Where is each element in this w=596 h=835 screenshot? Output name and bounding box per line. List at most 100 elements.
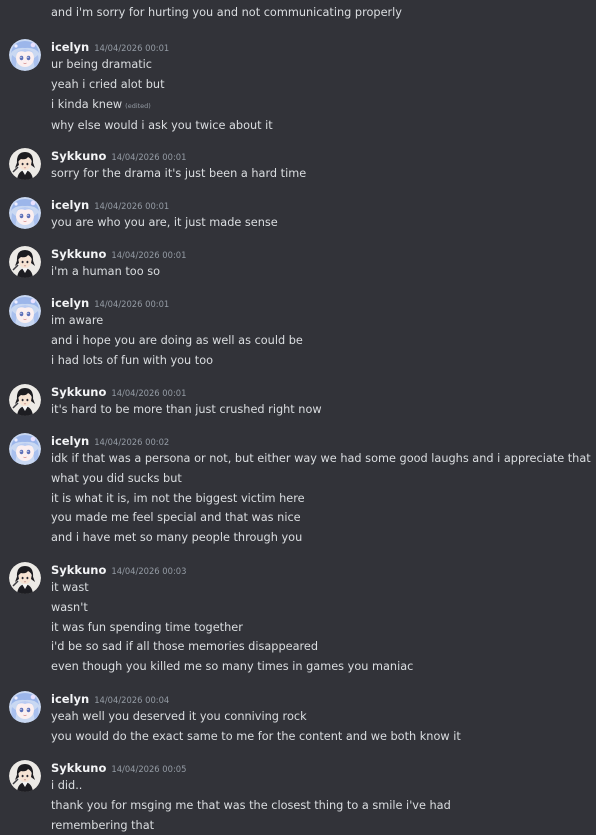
message-text: i'd be so sad if all those memories disa… (51, 637, 592, 657)
message-line-text: you made me feel special and that was ni… (51, 511, 301, 525)
edited-label: (edited) (125, 101, 151, 110)
message-lines: i'm a human too so (51, 262, 592, 282)
sykkuno-avatar[interactable] (9, 246, 41, 278)
message-content: icelyn 14/04/2026 00:01 im aware and i hope… (51, 292, 592, 370)
message-header: icelyn 14/04/2026 00:01 (51, 292, 592, 311)
message-text: remembering that (51, 816, 592, 835)
message-header: Sykkuno 14/04/2026 00:03 (51, 559, 592, 578)
message-text: what you did sucks but (51, 469, 592, 489)
timestamp[interactable]: 14/04/2026 00:01 (111, 152, 186, 162)
icelyn-avatar[interactable] (9, 197, 41, 229)
message-line-text: i had lots of fun with you too (51, 353, 214, 367)
message-line-text: why else would i ask you twice about it (51, 119, 273, 133)
message-text: you made me feel special and that was ni… (51, 508, 592, 528)
message-lines: ur being dramatic yeah i cried alot but i … (51, 55, 592, 136)
message-line-text: wasn't (51, 600, 88, 614)
message-content: icelyn 14/04/2026 00:04 yeah well you dese… (51, 688, 592, 747)
message-line-text: it was fun spending time together (51, 620, 243, 634)
sykkuno-avatar[interactable] (9, 148, 41, 180)
timestamp[interactable]: 14/04/2026 00:02 (94, 437, 169, 447)
timestamp[interactable]: 14/04/2026 00:01 (94, 201, 169, 211)
icelyn-avatar[interactable] (9, 295, 41, 327)
message-line-text: yeah i cried alot but (51, 77, 165, 91)
message-text: i had lots of fun with you too (51, 351, 592, 371)
message-text: it is what it is, im not the biggest vic… (51, 489, 592, 509)
username[interactable]: icelyn (51, 296, 89, 310)
username[interactable]: icelyn (51, 692, 89, 706)
username[interactable]: Sykkuno (51, 563, 106, 577)
message-text: why else would i ask you twice about it (51, 116, 592, 136)
message-text: idk if that was a persona or not, but ei… (51, 449, 592, 469)
sykkuno-avatar[interactable] (9, 562, 41, 594)
message-line-text: and i have met so many people through yo… (51, 531, 303, 544)
message-text: yeah i cried alot but (51, 75, 592, 95)
timestamp[interactable]: 14/04/2026 00:03 (111, 566, 186, 576)
message-text: it wast (51, 578, 592, 598)
message-content: icelyn 14/04/2026 00:02 idk if that was a … (51, 430, 592, 548)
timestamp[interactable]: 14/04/2026 00:01 (94, 43, 169, 53)
sykkuno-avatar[interactable] (9, 384, 41, 416)
message-line-text: i kinda knew (51, 97, 123, 111)
message-content: Sykkuno 14/04/2026 00:01 it's hard to be m… (51, 381, 592, 420)
sykkuno-avatar[interactable] (9, 760, 41, 792)
username[interactable]: Sykkuno (51, 149, 106, 163)
message-content: icelyn 14/04/2026 00:01 ur being dramatic y… (51, 36, 592, 136)
message-header: icelyn 14/04/2026 00:01 (51, 194, 592, 213)
username[interactable]: icelyn (51, 40, 89, 54)
message-content: icelyn 14/04/2026 00:01 you are who you ar… (51, 194, 592, 233)
message-text: im aware (51, 311, 592, 331)
message-lines: it wast wasn't it was fun spending time to… (51, 578, 592, 677)
message-lines: idk if that was a persona or not, but ei… (51, 449, 592, 548)
message-line-text: it is what it is, im not the biggest vic… (51, 491, 305, 505)
message-text: ur being dramatic (51, 55, 592, 75)
username[interactable]: Sykkuno (51, 761, 106, 775)
message-lines: it's hard to be more than just crushed r… (51, 400, 592, 420)
message-text: wasn't (51, 598, 592, 618)
timestamp[interactable]: 14/04/2026 00:04 (94, 695, 169, 705)
timestamp[interactable]: 14/04/2026 00:01 (111, 250, 186, 260)
message-line-text: remembering that (51, 818, 155, 832)
message-lines: yeah well you deserved it you conniving … (51, 707, 592, 747)
chat-message-list[interactable]: and i'm sorry for hurting you and not co… (0, 0, 596, 835)
message-text: sorry for the drama it's just been a har… (51, 164, 592, 184)
timestamp[interactable]: 14/04/2026 00:01 (94, 299, 169, 309)
continuation-message: and i'm sorry for hurting you and not co… (51, 6, 402, 19)
message-lines: i did.. thank you for msging me that was … (51, 776, 592, 835)
message-line-text: even though you killed me so many times … (51, 660, 414, 673)
message-line-text: idk if that was a persona or not, but ei… (51, 452, 591, 465)
message-text: thank you for msging me that was the clo… (51, 796, 592, 816)
message-header: Sykkuno 14/04/2026 00:01 (51, 243, 592, 262)
message-lines: you are who you are, it just made sense (51, 213, 592, 233)
username[interactable]: Sykkuno (51, 247, 106, 261)
icelyn-avatar[interactable] (9, 39, 41, 71)
message-line-text: ur being dramatic (51, 58, 153, 71)
icelyn-avatar[interactable] (9, 433, 41, 465)
message-lines: im aware and i hope you are doing as well… (51, 311, 592, 370)
message-content: Sykkuno 14/04/2026 00:01 i'm a human too s… (51, 243, 592, 282)
icelyn-avatar[interactable] (9, 691, 41, 723)
message-line-text: it's hard to be more than just crushed r… (51, 403, 322, 416)
message-line-text: i'd be so sad if all those memories disa… (51, 640, 319, 654)
message-text: even though you killed me so many times … (51, 657, 592, 677)
timestamp[interactable]: 14/04/2026 00:01 (111, 388, 186, 398)
username[interactable]: icelyn (51, 198, 89, 212)
username[interactable]: icelyn (51, 434, 89, 448)
message-text: you would do the exact same to me for th… (51, 727, 592, 747)
timestamp[interactable]: 14/04/2026 00:05 (111, 764, 186, 774)
message-line-text: sorry for the drama it's just been a har… (51, 167, 307, 180)
message-text: i did.. (51, 776, 592, 796)
message-text: yeah well you deserved it you conniving … (51, 707, 592, 727)
message-text: it's hard to be more than just crushed r… (51, 400, 592, 420)
message-line-text: you would do the exact same to me for th… (51, 729, 461, 743)
message-header: icelyn 14/04/2026 00:01 (51, 36, 592, 55)
message-header: Sykkuno 14/04/2026 00:01 (51, 145, 592, 164)
message-header: icelyn 14/04/2026 00:02 (51, 430, 592, 449)
message-header: Sykkuno 14/04/2026 00:01 (51, 381, 592, 400)
message-line-text: i did.. (51, 779, 83, 792)
message-content: Sykkuno 14/04/2026 00:05 i did.. thank you … (51, 757, 592, 835)
message-line-text: it wast (51, 581, 89, 594)
message-line-text: what you did sucks but (51, 471, 182, 485)
message-text: i'm a human too so (51, 262, 592, 282)
message-line-text: yeah well you deserved it you conniving … (51, 710, 307, 723)
username[interactable]: Sykkuno (51, 385, 106, 399)
